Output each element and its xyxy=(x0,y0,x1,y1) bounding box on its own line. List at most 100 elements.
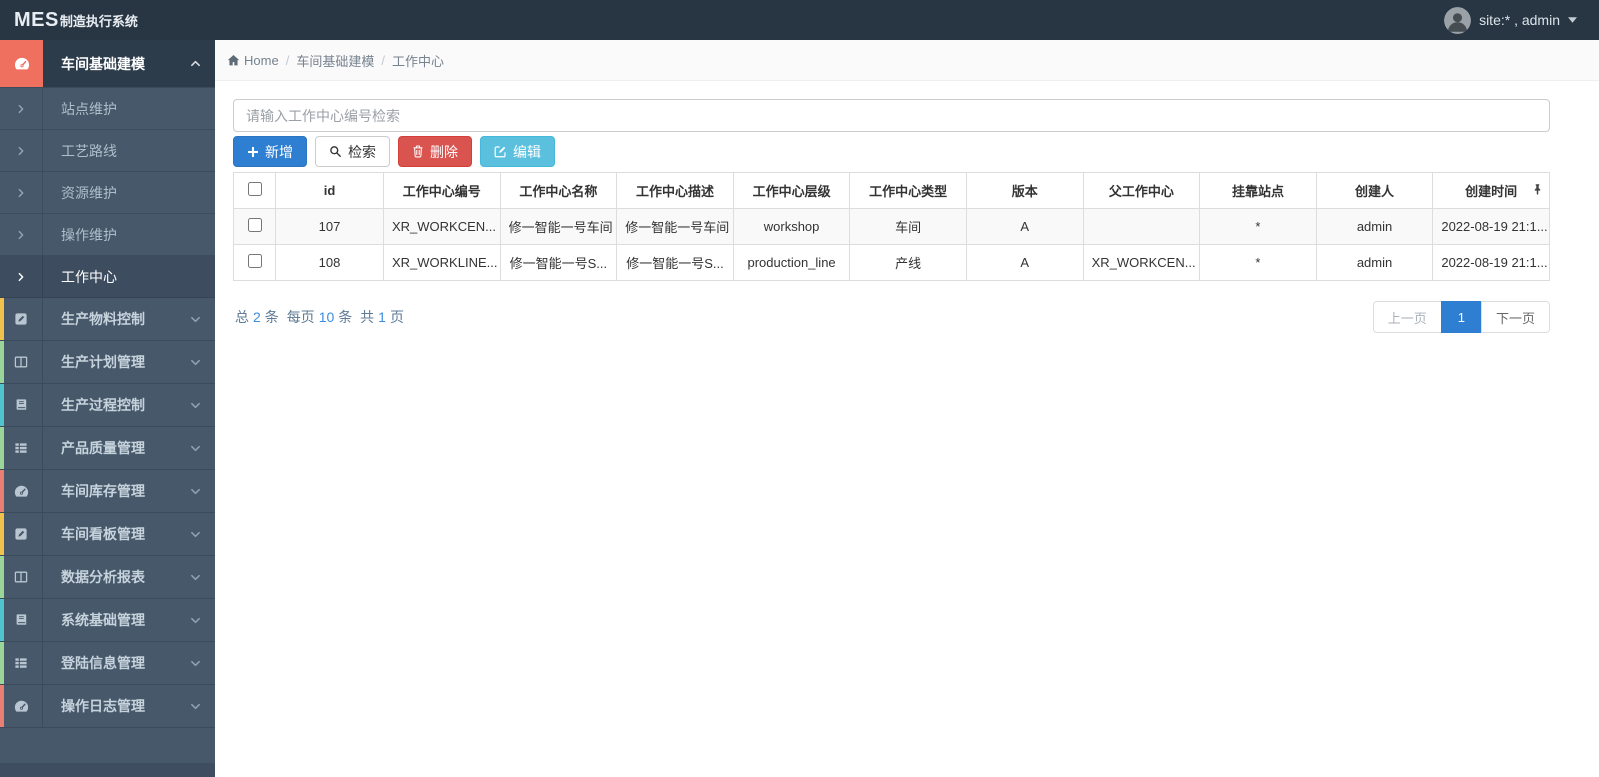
add-button[interactable]: 新增 xyxy=(233,136,307,167)
column-header-version[interactable]: 版本 xyxy=(965,172,1084,209)
sidebar-group-production-process[interactable]: 生产过程控制 xyxy=(0,384,215,427)
sidebar-group-label: 生产物料控制 xyxy=(61,311,145,327)
page-1-button[interactable]: 1 xyxy=(1440,301,1482,333)
pagination-controls: 上一页 1 下一页 xyxy=(1372,301,1550,333)
search-button[interactable]: 检索 xyxy=(315,136,390,167)
column-header-code[interactable]: 工作中心编号 xyxy=(383,172,501,209)
cell-type: 车间 xyxy=(849,208,967,245)
pin-icon[interactable] xyxy=(1533,183,1542,198)
sidebar-subitem-work-center[interactable]: 工作中心 xyxy=(0,256,215,298)
work-center-table: id 工作中心编号 工作中心名称 工作中心描述 工作中心层级 工作中心类型 版本… xyxy=(233,172,1550,281)
sidebar-subitem-resource-maintenance[interactable]: 资源维护 xyxy=(0,172,215,214)
sidebar-group-label: 产品质量管理 xyxy=(61,440,145,456)
column-header-description[interactable]: 工作中心描述 xyxy=(616,172,734,209)
sidebar-group-production-material[interactable]: 生产物料控制 xyxy=(0,298,215,341)
chevron-down-icon xyxy=(190,443,201,454)
breadcrumb-separator: / xyxy=(381,52,385,68)
column-header-site[interactable]: 挂靠站点 xyxy=(1199,172,1317,209)
main-content: Home / 车间基础建模 / 工作中心 新增 xyxy=(215,40,1599,777)
sidebar-group-data-analysis[interactable]: 数据分析报表 xyxy=(0,556,215,599)
column-header-creator[interactable]: 创建人 xyxy=(1315,172,1434,209)
row-checkbox[interactable] xyxy=(247,254,262,268)
cell-description: 修一智能一号车间 xyxy=(616,208,734,245)
pagination-bar: 总2条 每页 10 条 共1页 上一页 1 下一页 xyxy=(233,301,1550,333)
breadcrumb-home[interactable]: Home xyxy=(227,53,279,68)
cell-level: workshop xyxy=(732,208,851,245)
column-header-level[interactable]: 工作中心层级 xyxy=(732,172,851,209)
sidebar-subitem-operation-maintenance[interactable]: 操作维护 xyxy=(0,214,215,256)
sidebar-group-workshop-base-modeling[interactable]: 车间基础建模 xyxy=(0,40,215,88)
delete-button[interactable]: 删除 xyxy=(398,136,472,167)
edit-icon xyxy=(494,145,507,158)
chevron-down-icon xyxy=(190,615,201,626)
table-header-row: id 工作中心编号 工作中心名称 工作中心描述 工作中心层级 工作中心类型 版本… xyxy=(233,172,1550,209)
top-navbar: MES 制造执行系统 site:* , admin xyxy=(0,0,1599,40)
cell-site: * xyxy=(1199,244,1317,281)
sidebar-group-production-plan[interactable]: 生产计划管理 xyxy=(0,341,215,384)
sidebar-group-workshop-inventory[interactable]: 车间库存管理 xyxy=(0,470,215,513)
search-icon xyxy=(329,145,342,158)
column-header-type[interactable]: 工作中心类型 xyxy=(849,172,967,209)
column-header-created-time[interactable]: 创建时间 xyxy=(1432,172,1550,209)
trash-icon xyxy=(412,145,424,158)
cell-creator: admin xyxy=(1315,208,1434,245)
columns-icon xyxy=(0,556,43,598)
sidebar-group-workshop-kanban[interactable]: 车间看板管理 xyxy=(0,513,215,556)
chevron-right-icon xyxy=(0,88,43,129)
column-header-id[interactable]: id xyxy=(275,172,384,209)
cell-id: 107 xyxy=(275,208,384,245)
cell-id: 108 xyxy=(275,244,384,281)
sidebar-group-label: 生产计划管理 xyxy=(61,354,145,370)
cell-version: A xyxy=(965,208,1084,245)
cell-version: A xyxy=(965,244,1084,281)
toolbar: 新增 检索 删除 编辑 xyxy=(233,136,1550,167)
breadcrumb-level2: 工作中心 xyxy=(391,53,444,69)
sidebar-subitem-label: 资源维护 xyxy=(61,184,117,201)
chevron-down-icon xyxy=(190,658,201,669)
sidebar-group-login-info[interactable]: 登陆信息管理 xyxy=(0,642,215,685)
breadcrumb-level1[interactable]: 车间基础建模 xyxy=(296,51,374,70)
chevron-right-icon xyxy=(0,172,43,213)
th-list-icon xyxy=(0,642,43,684)
cell-name: 修一智能一号车间 xyxy=(499,208,618,245)
sidebar-group-system-base[interactable]: 系统基础管理 xyxy=(0,599,215,642)
cell-created-time: 2022-08-19 21:1... xyxy=(1432,208,1550,245)
chevron-down-icon xyxy=(190,314,201,325)
gauge-icon xyxy=(0,470,43,512)
chevron-down-icon xyxy=(190,701,201,712)
column-header-parent[interactable]: 父工作中心 xyxy=(1082,172,1201,209)
sidebar-group-product-quality[interactable]: 产品质量管理 xyxy=(0,427,215,470)
column-header-name[interactable]: 工作中心名称 xyxy=(499,172,618,209)
chevron-up-icon xyxy=(190,58,201,69)
user-avatar[interactable] xyxy=(1444,6,1472,34)
sidebar-group-label: 车间看板管理 xyxy=(61,526,145,542)
sidebar-group-operation-log[interactable]: 操作日志管理 xyxy=(0,685,215,728)
cell-site: * xyxy=(1199,208,1317,245)
home-icon xyxy=(227,54,240,67)
sidebar-group-label: 登陆信息管理 xyxy=(61,655,145,671)
select-all-checkbox[interactable] xyxy=(247,182,262,196)
edit-button[interactable]: 编辑 xyxy=(480,136,555,167)
chevron-down-icon xyxy=(190,357,201,368)
sidebar-group-label: 系统基础管理 xyxy=(61,612,145,628)
sidebar-subitem-label: 操作维护 xyxy=(61,226,117,243)
cell-type: 产线 xyxy=(849,244,967,281)
sidebar-subitem-site-maintenance[interactable]: 站点维护 xyxy=(0,88,215,130)
brand-acronym: MES xyxy=(14,8,59,31)
prev-page-button[interactable]: 上一页 xyxy=(1372,301,1442,333)
app-window: MES 制造执行系统 site:* , admin 车间基础建模 站点维护 工艺… xyxy=(0,0,1599,777)
table-row: 108 XR_WORKLINE... 修一智能一号S... 修一智能一号S...… xyxy=(233,244,1550,281)
row-checkbox[interactable] xyxy=(247,218,262,232)
cell-parent xyxy=(1082,208,1201,245)
user-dropdown[interactable]: site:* , admin xyxy=(1444,6,1599,34)
cell-code: XR_WORKCEN... xyxy=(383,208,501,245)
work-center-search-input[interactable] xyxy=(233,99,1550,132)
sidebar-subitem-label: 工艺路线 xyxy=(61,142,117,159)
gauge-icon xyxy=(0,685,43,727)
next-page-button[interactable]: 下一页 xyxy=(1480,301,1550,333)
sidebar-subitem-process-route[interactable]: 工艺路线 xyxy=(0,130,215,172)
sidebar-nav: 车间基础建模 站点维护 工艺路线 资源维护 操作维护 工作中心 生产物料控制 生… xyxy=(0,40,215,777)
chevron-down-icon xyxy=(190,486,201,497)
sidebar-footer xyxy=(0,763,215,777)
breadcrumb-separator: / xyxy=(285,52,290,68)
